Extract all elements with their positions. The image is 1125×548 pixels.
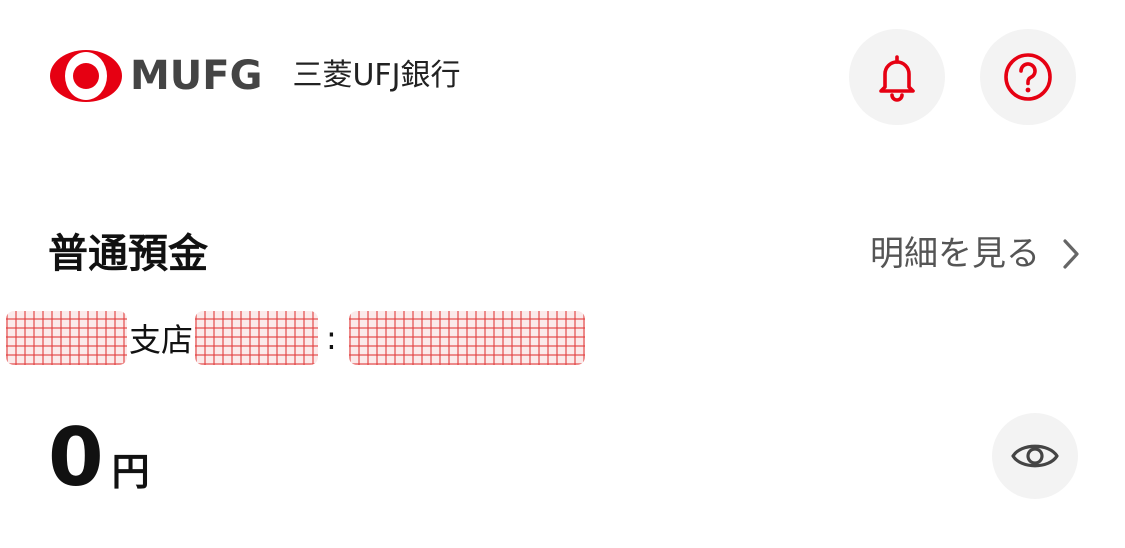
- view-details-link[interactable]: 明細を見る: [870, 226, 1080, 282]
- separator: :: [326, 319, 337, 357]
- redacted-branch-name: [6, 311, 127, 365]
- account-balance: 0 円: [48, 408, 150, 508]
- mufg-logo-icon: [50, 50, 122, 102]
- eye-icon: [1011, 444, 1059, 468]
- help-button[interactable]: [980, 29, 1076, 125]
- branch-label: 支店: [129, 321, 194, 359]
- toggle-balance-visibility-button[interactable]: [992, 413, 1078, 499]
- redacted-account-type: [195, 311, 319, 365]
- help-question-icon: [1004, 53, 1052, 101]
- mufg-logo: MUFG 三菱UFJ銀行: [48, 48, 461, 104]
- account-type-title: 普通預金: [48, 231, 208, 277]
- redacted-account-number: [348, 311, 585, 365]
- balance-unit: 円: [111, 450, 150, 494]
- brand-name: MUFG: [130, 53, 263, 99]
- balance-amount: 0: [48, 411, 104, 504]
- chevron-right-icon: [1063, 239, 1079, 269]
- notification-button[interactable]: [849, 29, 945, 125]
- bell-icon: [879, 55, 915, 102]
- branch-account-info: 支店 :: [0, 310, 585, 366]
- bank-name: 三菱UFJ銀行: [292, 58, 461, 93]
- view-details-label: 明細を見る: [870, 234, 1040, 274]
